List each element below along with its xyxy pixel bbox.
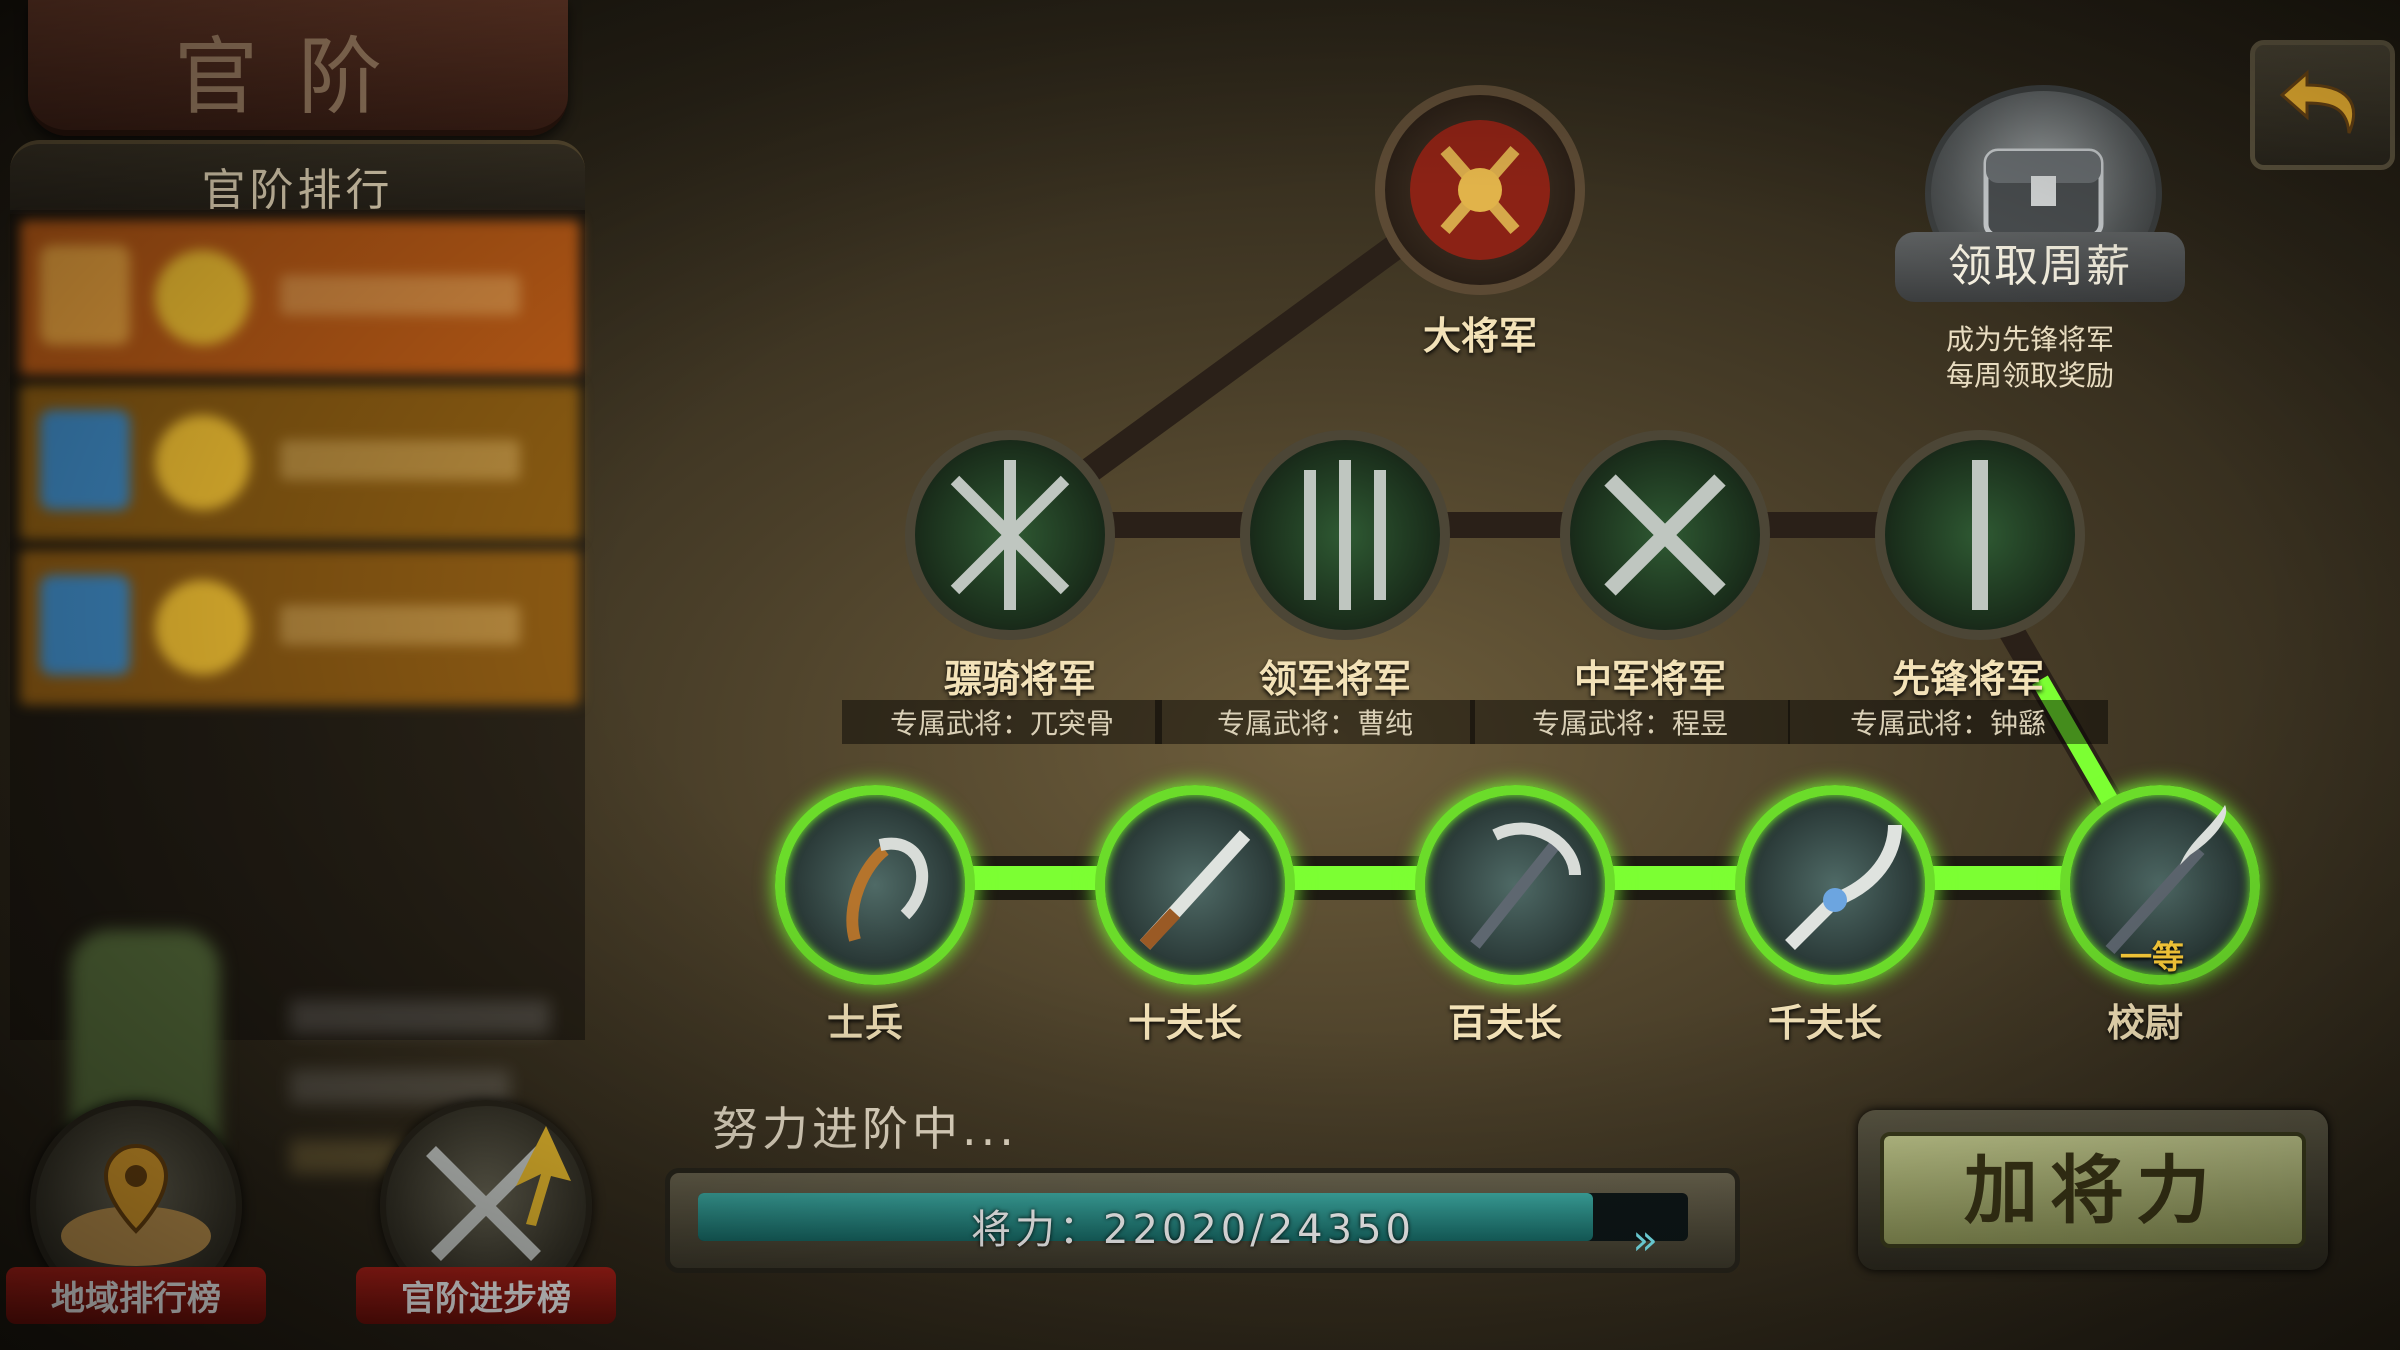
blurred-text xyxy=(280,275,520,315)
crossed-swords-icon xyxy=(1604,474,1726,596)
rank-node-top[interactable] xyxy=(1375,85,1585,295)
rank-grade-badge: 一等 xyxy=(2120,938,2185,976)
rank-name-general-1: 骠骑将军 xyxy=(943,657,1096,701)
axe-emblem-icon xyxy=(1410,120,1550,260)
ranking-row[interactable] xyxy=(20,385,580,540)
rank-node-general-2[interactable] xyxy=(1240,430,1450,640)
rank-name-general-3: 中军将军 xyxy=(1573,657,1726,701)
rank-node-general-1[interactable] xyxy=(905,430,1115,640)
triple-swords-icon xyxy=(1304,460,1386,610)
rank-name-officer-2: 十夫长 xyxy=(1127,1001,1242,1045)
weekly-reward-desc-line2: 每周领取奖励 xyxy=(1945,359,2114,392)
scimitar-icon xyxy=(1785,824,1902,950)
blurred-text xyxy=(280,440,520,480)
rank-hero-general-3: 专属武将：程昱 xyxy=(1470,700,1790,744)
region-rank-label: 地域排行榜 xyxy=(6,1267,266,1324)
add-power-label: 加将力 xyxy=(1880,1132,2306,1248)
single-sword-icon xyxy=(1972,460,1988,610)
rank-hero-general-1: 专属武将：兀突骨 xyxy=(842,700,1162,744)
rank-name-officer-4: 千夫长 xyxy=(1767,1001,1882,1045)
blurred-text xyxy=(280,605,520,645)
rank-node-general-3[interactable] xyxy=(1560,430,1770,640)
back-arrow-icon xyxy=(2279,69,2355,134)
rank-name-officer-1: 士兵 xyxy=(826,1001,903,1045)
swords-emblem-icon xyxy=(950,460,1070,610)
ranking-header-text: 官阶排行 xyxy=(201,165,394,216)
dagger-icon xyxy=(1139,830,1251,950)
rank-node-officer-3[interactable] xyxy=(1415,785,1615,985)
medal-icon xyxy=(155,580,250,675)
progress-track: 将力：22020/24350 » xyxy=(698,1193,1688,1264)
rank-hero-general-4: 专属武将：钟繇 xyxy=(1788,700,2108,744)
medal-icon xyxy=(155,250,250,345)
avatar xyxy=(40,245,130,345)
pickaxe-icon xyxy=(1470,822,1581,949)
rank-name-officer-3: 百夫长 xyxy=(1447,1001,1562,1045)
rank-node-officer-2[interactable] xyxy=(1095,785,1295,985)
rank-node-officer-1[interactable] xyxy=(775,785,975,985)
rank-name-officer-5: 校尉 xyxy=(2106,1001,2183,1045)
weekly-reward-button[interactable]: 领取周薪 xyxy=(1895,232,2185,302)
progress-text: 将力：22020/24350 xyxy=(971,1207,1415,1253)
rank-name-general-4: 先锋将军 xyxy=(1891,657,2044,701)
add-power-button[interactable]: 加将力 xyxy=(1858,1110,2328,1270)
rank-hero-general-2: 专属武将：曹纯 xyxy=(1155,700,1475,744)
rank-name-general-2: 领军将军 xyxy=(1258,657,1411,701)
avatar xyxy=(40,575,130,675)
rank-name-top: 大将军 xyxy=(1422,314,1537,358)
weekly-reward-desc: 成为先锋将军 每周领取奖励 xyxy=(1880,322,2180,394)
page-title: 官阶 xyxy=(28,0,568,136)
sickle-icon xyxy=(846,837,929,942)
back-button[interactable] xyxy=(2250,40,2395,170)
medal-icon xyxy=(155,415,250,510)
rank-progress-label: 官阶进步榜 xyxy=(356,1267,616,1324)
rank-node-officer-4[interactable] xyxy=(1735,785,1935,985)
rank-node-general-4[interactable] xyxy=(1875,430,2085,640)
region-rank-button[interactable]: 地域排行榜 xyxy=(6,1100,266,1324)
progress-hint: 努力进阶中... xyxy=(712,1102,1018,1156)
ranking-row[interactable] xyxy=(20,550,580,705)
progress-arrow-icon: » xyxy=(1632,1215,1658,1264)
ranking-list[interactable] xyxy=(10,210,585,1190)
page-title-text: 官阶 xyxy=(173,28,422,126)
weekly-reward-desc-line1: 成为先锋将军 xyxy=(1945,323,2114,356)
power-progress-bar: 将力：22020/24350 » xyxy=(665,1168,1740,1273)
ranking-row[interactable] xyxy=(20,220,580,375)
avatar xyxy=(40,410,130,510)
ranking-header: 官阶排行 xyxy=(10,140,585,216)
rank-progress-button[interactable]: 官阶进步榜 xyxy=(356,1100,616,1324)
